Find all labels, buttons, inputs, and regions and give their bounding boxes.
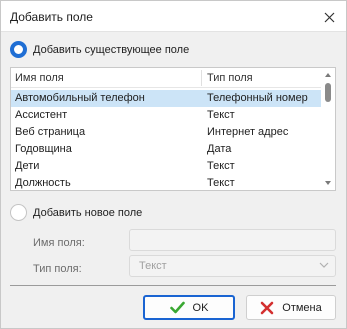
table-row[interactable]: Веб страница Интернет адрес: [11, 124, 321, 141]
ok-button[interactable]: OK: [143, 295, 235, 320]
chevron-down-icon: [319, 262, 329, 268]
field-name-label: Имя поля:: [33, 237, 85, 249]
field-type-cell: Интернет адрес: [207, 126, 289, 138]
field-type-cell: Дата: [207, 143, 232, 155]
column-divider[interactable]: [201, 70, 202, 86]
cancel-button[interactable]: Отмена: [246, 295, 336, 320]
radio-new-label: Добавить новое поле: [33, 206, 143, 219]
list-header: Имя поля Тип поля: [11, 68, 321, 88]
add-field-dialog: Добавить поле Добавить существующее поле…: [0, 0, 347, 329]
field-type-label: Тип поля:: [33, 263, 82, 275]
field-type-cell: Текст: [207, 160, 235, 172]
check-icon: [169, 301, 185, 314]
field-name-cell: Дети: [15, 160, 40, 172]
cancel-label: Отмена: [282, 301, 322, 314]
field-type-cell: Текст: [207, 177, 235, 189]
field-name-cell: Годовщина: [15, 143, 72, 155]
scroll-up-arrow[interactable]: [324, 71, 332, 79]
close-button[interactable]: [318, 6, 340, 28]
scroll-down-arrow[interactable]: [324, 179, 332, 187]
chevron-up-icon: [325, 73, 331, 77]
field-name-cell: Веб страница: [15, 126, 86, 138]
table-row[interactable]: Годовщина Дата: [11, 141, 321, 158]
radio-new-field[interactable]: Добавить новое поле: [10, 204, 142, 221]
field-type-cell: Текст: [207, 109, 235, 121]
cross-icon: [260, 301, 274, 315]
field-type-select[interactable]: Текст: [129, 255, 336, 277]
column-header-name[interactable]: Имя поля: [15, 72, 64, 84]
chevron-down-icon: [325, 181, 331, 185]
column-header-type[interactable]: Тип поля: [207, 72, 253, 84]
field-name-cell: Должность: [15, 177, 71, 189]
table-row[interactable]: Дети Текст: [11, 158, 321, 175]
table-row[interactable]: Ассистент Текст: [11, 107, 321, 124]
field-name-cell: Ассистент: [15, 109, 68, 121]
title-bar: Добавить поле: [1, 1, 346, 32]
separator: [10, 285, 336, 286]
radio-existing-label: Добавить существующее поле: [33, 43, 190, 56]
ok-label: OK: [192, 301, 209, 314]
radio-existing-indicator[interactable]: [10, 41, 27, 58]
radio-existing-field[interactable]: Добавить существующее поле: [10, 41, 189, 58]
table-row[interactable]: Автомобильный телефон Телефонный номер: [11, 90, 321, 107]
list-rows: Автомобильный телефон Телефонный номер Асс…: [11, 90, 321, 192]
scroll-thumb[interactable]: [325, 83, 331, 102]
radio-new-indicator[interactable]: [10, 204, 27, 221]
table-row[interactable]: Должность Текст: [11, 175, 321, 192]
window-title: Добавить поле: [10, 10, 93, 24]
close-icon: [324, 12, 334, 22]
existing-fields-list[interactable]: Имя поля Тип поля Автомобильный телефон Т…: [10, 67, 336, 191]
field-type-value: Текст: [139, 260, 167, 272]
field-type-cell: Телефонный номер: [207, 92, 308, 104]
list-scrollbar[interactable]: [321, 68, 335, 190]
field-name-cell: Автомобильный телефон: [15, 92, 145, 104]
field-name-input[interactable]: [129, 229, 336, 251]
